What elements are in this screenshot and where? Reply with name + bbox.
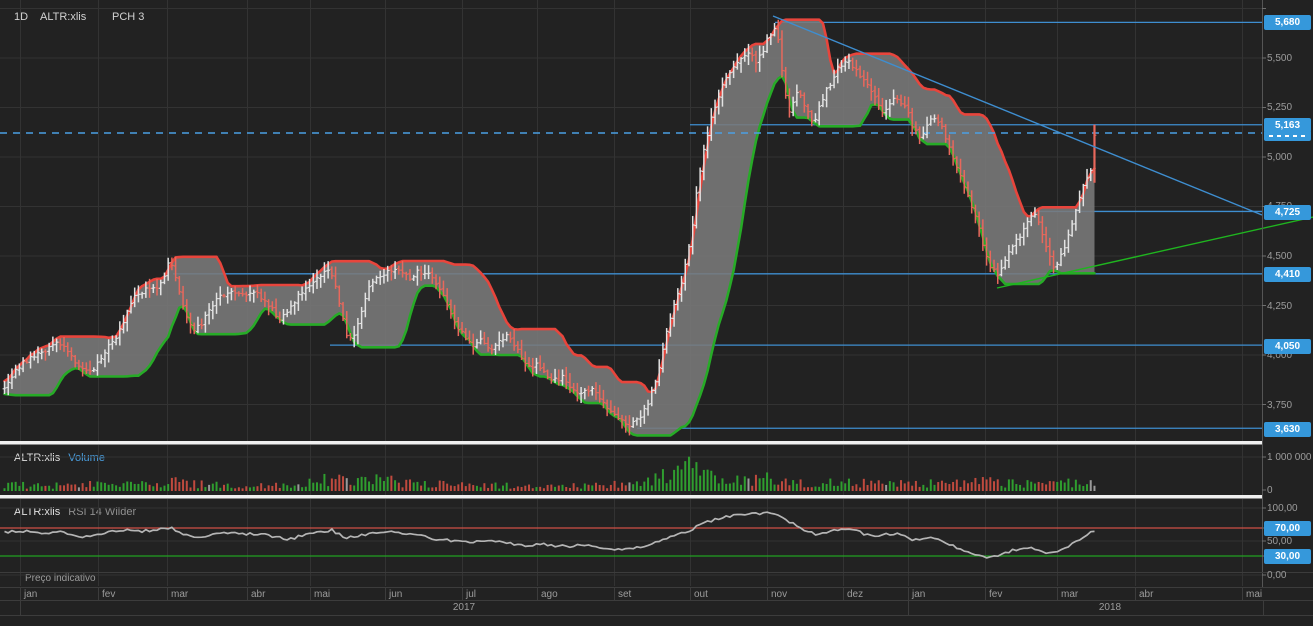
chart-canvas[interactable] xyxy=(0,0,1313,626)
pane-separator[interactable] xyxy=(0,495,1262,499)
trading-chart-app: 1D ALTR:xlis PCH 3 ALTR:xlisVolume ALTR:… xyxy=(0,0,1313,626)
rsi-pane-series[interactable] xyxy=(0,512,1262,558)
price-axis[interactable] xyxy=(1262,0,1266,587)
pane-separator[interactable] xyxy=(0,441,1262,445)
time-axis[interactable] xyxy=(0,573,1313,616)
